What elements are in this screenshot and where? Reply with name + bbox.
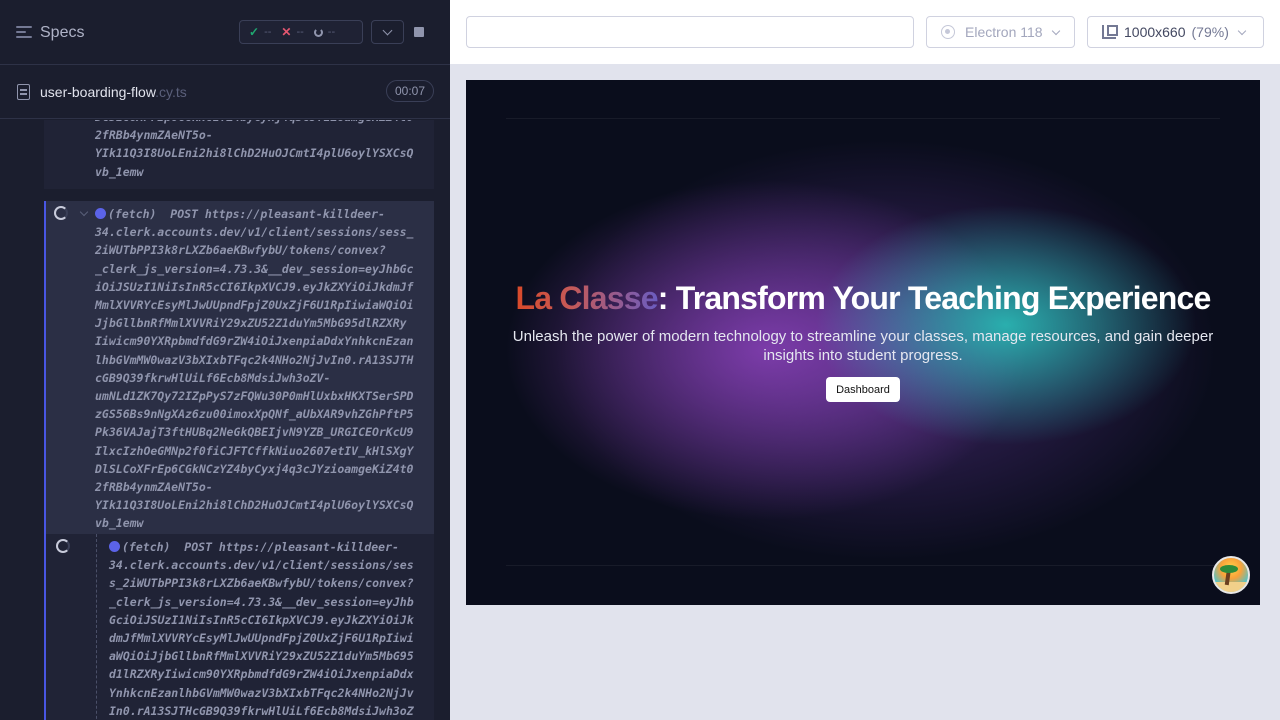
pending-count: -- [327, 26, 336, 38]
passed-stat: ✓ -- [249, 25, 271, 39]
command-log-entry[interactable]: DlSLCoXFrEp6CGkNCzYZ4byCyxj4q3cJYzioamge… [44, 120, 434, 189]
spec-file-basename: user-boarding-flow [40, 84, 156, 100]
avatar-sand [1214, 582, 1248, 592]
failed-stat: ✕ -- [281, 25, 303, 39]
spec-file-row: user-boarding-flow.cy.ts 00:07 [0, 65, 450, 119]
reporter-panel: Specs ✓ -- ✕ -- -- user-boarding-flow.cy… [0, 0, 450, 720]
spec-file-extension: .cy.ts [155, 84, 187, 100]
divider [506, 565, 1220, 566]
loading-spinner-icon [56, 539, 70, 553]
request-dot-icon [109, 541, 120, 552]
app-preview: La Classe: Transform Your Teaching Exper… [466, 80, 1260, 605]
viewport-size: 1000x660 [1124, 24, 1186, 40]
divider [506, 118, 1220, 119]
electron-icon [941, 25, 955, 39]
chevron-down-icon [382, 25, 393, 36]
nesting-guide [96, 534, 97, 720]
chevron-down-icon [1051, 26, 1060, 35]
url-field[interactable] [466, 16, 914, 48]
run-timer: 00:07 [386, 80, 434, 102]
x-icon: ✕ [281, 25, 292, 39]
chevron-down-icon [1237, 26, 1247, 35]
palm-leaf [1220, 565, 1238, 573]
command-log: DlSLCoXFrEp6CGkNCzYZ4byCyxj4q3cJYzioamge… [0, 120, 450, 720]
collapse-all-button[interactable] [371, 20, 404, 44]
pending-stat: -- [313, 26, 336, 38]
command-text: DlSLCoXFrEp6CGkNCzYZ4byCyxj4q3cJYzioamge… [95, 120, 414, 179]
pending-icon [313, 27, 323, 37]
command-log-entry[interactable]: (fetch) POST https://pleasant-killdeer- … [44, 201, 434, 534]
viewport-icon [1102, 25, 1118, 39]
check-icon: ✓ [249, 25, 260, 39]
dashboard-button[interactable]: Dashboard [826, 377, 900, 402]
stop-button[interactable] [404, 20, 433, 44]
document-icon [17, 84, 30, 100]
loading-spinner-icon [54, 206, 68, 220]
request-dot-icon [95, 208, 106, 219]
specs-title[interactable]: Specs [40, 24, 84, 42]
chevron-down-icon[interactable] [79, 207, 89, 217]
command-text-content: (fetch) POST https://pleasant-killdeer- … [95, 207, 414, 531]
hero-title-rest: : Transform Your Teaching Experience [657, 280, 1212, 316]
viewport-scale: (79%) [1191, 24, 1229, 40]
specs-header: Specs ✓ -- ✕ -- -- [0, 0, 450, 65]
brand-name: La Classe [515, 280, 659, 316]
hero-subtitle: Unleash the power of modern technology t… [512, 328, 1214, 364]
command-text: (fetch) POST https://pleasant-killdeer- … [95, 205, 414, 533]
command-log-entry[interactable]: (fetch) POST https://pleasant-killdeer- … [44, 534, 434, 720]
command-text: (fetch) POST https://pleasant-killdeer- … [109, 538, 414, 720]
browser-selector[interactable]: Electron 118 [926, 16, 1075, 48]
failed-count: -- [296, 26, 304, 38]
command-text-content: (fetch) POST https://pleasant-killdeer- … [109, 540, 414, 718]
aut-header: Electron 118 1000x660 (79%) [450, 0, 1280, 64]
hero-title: La Classe: Transform Your Teaching Exper… [466, 280, 1260, 317]
user-avatar[interactable] [1212, 556, 1250, 594]
spec-file-name[interactable]: user-boarding-flow.cy.ts [40, 84, 187, 100]
stop-icon [413, 27, 424, 37]
passed-count: -- [264, 26, 272, 38]
browser-label: Electron 118 [965, 24, 1043, 40]
test-stats: ✓ -- ✕ -- -- [239, 20, 363, 44]
viewport-selector[interactable]: 1000x660 (79%) [1087, 16, 1264, 48]
specs-list-icon[interactable] [16, 26, 32, 40]
